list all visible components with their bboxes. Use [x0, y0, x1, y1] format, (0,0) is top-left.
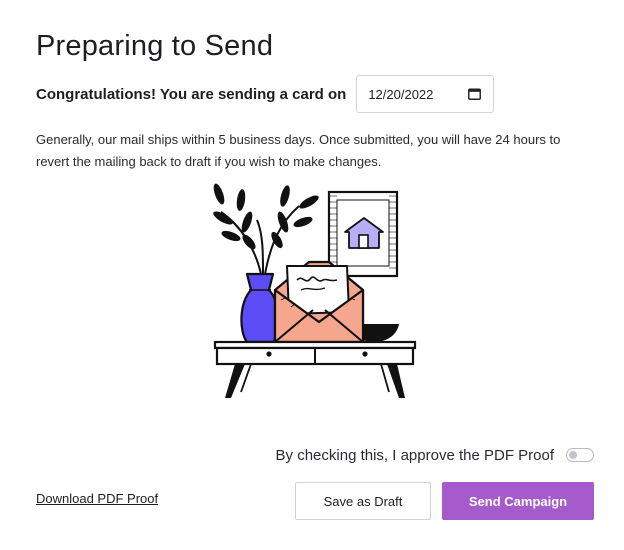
- calendar-icon[interactable]: [468, 88, 482, 100]
- save-as-draft-button[interactable]: Save as Draft: [295, 482, 431, 520]
- toggle-knob: [569, 451, 577, 459]
- pdf-approval-label: By checking this, I approve the PDF Proo…: [275, 446, 554, 464]
- send-campaign-button[interactable]: Send Campaign: [442, 482, 594, 520]
- page-title: Preparing to Send: [36, 30, 274, 62]
- shipping-description: Generally, our mail ships within 5 busin…: [36, 132, 561, 169]
- pdf-approval-row: By checking this, I approve the PDF Proo…: [276, 444, 594, 466]
- download-pdf-proof-link[interactable]: Download PDF Proof: [36, 491, 158, 506]
- table: [213, 340, 417, 398]
- pdf-approval-toggle[interactable]: [566, 448, 594, 462]
- send-date-input[interactable]: 12/20/2022: [356, 75, 495, 113]
- plant-leaf-shapes: [213, 183, 319, 250]
- house-picture-frame: [327, 190, 399, 278]
- send-date-row: Congratulations! You are sending a card …: [36, 75, 495, 113]
- send-date-value: 12/20/2022: [368, 86, 434, 102]
- congrats-text: Congratulations! You are sending a card …: [36, 85, 347, 103]
- send-dialog: Preparing to Send Congratulations! You a…: [0, 0, 624, 550]
- envelope-on-table-illustration: [213, 183, 417, 398]
- vase: [240, 272, 280, 344]
